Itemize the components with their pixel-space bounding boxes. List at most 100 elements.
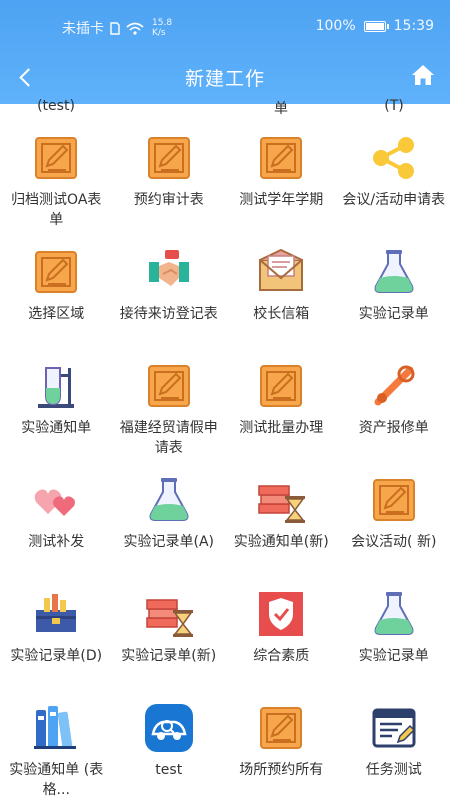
work-item[interactable]: 选择区域 — [0, 238, 113, 352]
battery-percent: 100% — [315, 18, 356, 34]
edit-form-icon — [143, 132, 195, 184]
edit-form-icon — [368, 474, 420, 526]
partial-label-4: (T) — [384, 98, 404, 114]
work-item[interactable]: 归档测试OA表单 — [0, 124, 113, 238]
work-item-label: 测试补发 — [28, 534, 85, 550]
work-item[interactable]: 实验通知单 — [0, 352, 113, 466]
work-item[interactable]: 实验记录单 — [338, 580, 450, 694]
work-item[interactable]: 场所预约所有 — [225, 694, 338, 800]
work-item[interactable]: 实验通知单(新) — [225, 466, 338, 580]
work-item-label: 会议/活动申请表 — [342, 192, 446, 208]
grid-row: 实验记录单(D) 实验记录单(新) 综合素质 实验记录单 — [0, 580, 450, 694]
share-icon — [368, 132, 420, 184]
work-item-label: test — [155, 762, 183, 778]
work-item-label: 选择区域 — [28, 306, 85, 322]
work-item-label: 校长信箱 — [253, 306, 310, 322]
grid-row: 归档测试OA表单 预约审计表 测试学年学期 会议/活动申请表 — [0, 124, 450, 238]
app-header: 未插卡 15.8 K/s 100% 15:39 新建工作 — [0, 0, 450, 104]
shield-icon — [255, 588, 307, 640]
work-item[interactable]: 任务测试 — [338, 694, 450, 800]
stand-tube-icon — [30, 360, 82, 412]
battery-icon — [363, 20, 389, 32]
work-item[interactable]: 实验记录单 — [338, 238, 450, 352]
work-item-label: 实验通知单 (表格... — [9, 762, 104, 798]
envelope-icon — [255, 246, 307, 298]
wifi-icon — [126, 22, 144, 35]
partial-label-3: 单 — [274, 101, 288, 117]
grid-row: 实验通知单 (表格... test 场所预约所有 任务测试 — [0, 694, 450, 800]
books-hourglass-icon — [143, 588, 195, 640]
work-item[interactable]: 会议/活动申请表 — [338, 124, 450, 238]
edit-form-icon — [255, 360, 307, 412]
battery-fill — [365, 22, 384, 30]
work-item-label: 实验记录单(D) — [10, 648, 103, 664]
work-grid: 归档测试OA表单 预约审计表 测试学年学期 会议/活动申请表选择区域 接待来访登记表 校长… — [0, 124, 450, 800]
work-item-label: 场所预约所有 — [239, 762, 324, 778]
clock: 15:39 — [393, 18, 434, 34]
partial-label-1: (test) — [37, 98, 75, 114]
work-item[interactable]: 实验记录单(新) — [113, 580, 226, 694]
hearts-icon — [30, 474, 82, 526]
work-item[interactable]: 预约审计表 — [113, 124, 226, 238]
work-item[interactable]: 会议活动( 新) — [338, 466, 450, 580]
work-item[interactable]: 综合素质 — [225, 580, 338, 694]
toolbox-icon — [30, 588, 82, 640]
grid-row: 实验通知单 福建经贸请假申请表 测试批量办理 资产报修单 — [0, 352, 450, 466]
work-item-label: 预约审计表 — [133, 192, 204, 208]
work-item-label: 综合素质 — [253, 648, 310, 664]
nav-bar: 新建工作 — [0, 54, 450, 100]
carrier-text: 未插卡 — [62, 21, 104, 37]
work-item[interactable]: 资产报修单 — [338, 352, 450, 466]
task-edit-icon — [368, 702, 420, 754]
work-item-label: 资产报修单 — [358, 420, 429, 436]
edit-form-icon — [255, 132, 307, 184]
edit-form-icon — [30, 246, 82, 298]
status-right: 100% 15:39 — [316, 18, 434, 34]
work-item[interactable]: test — [113, 694, 226, 800]
edit-form-icon — [30, 132, 82, 184]
partial-row: (test) 单 (T) — [0, 98, 450, 122]
binders-icon — [30, 702, 82, 754]
work-item-label: 实验记录单(新) — [121, 648, 217, 664]
work-item[interactable]: 测试批量办理 — [225, 352, 338, 466]
network-speed: 15.8 K/s — [152, 18, 172, 38]
work-item[interactable]: 实验记录单(A) — [113, 466, 226, 580]
handshake-icon — [143, 246, 195, 298]
work-item[interactable]: 福建经贸请假申请表 — [113, 352, 226, 466]
work-item-label: 测试学年学期 — [239, 192, 324, 208]
edit-form-icon — [143, 360, 195, 412]
work-item-label: 测试批量办理 — [239, 420, 324, 436]
work-item-label: 福建经贸请假申请表 — [119, 420, 218, 456]
flask-icon — [368, 588, 420, 640]
home-icon — [412, 65, 434, 85]
work-item[interactable]: 测试补发 — [0, 466, 113, 580]
grid-row: 选择区域 接待来访登记表 校长信箱 实验记录单 — [0, 238, 450, 352]
tools-icon — [368, 360, 420, 412]
speed-unit: K/s — [152, 28, 166, 38]
status-bar: 未插卡 15.8 K/s 100% 15:39 — [0, 0, 450, 54]
work-item[interactable]: 接待来访登记表 — [113, 238, 226, 352]
work-item[interactable]: 校长信箱 — [225, 238, 338, 352]
work-item-label: 实验通知单 — [21, 420, 92, 436]
work-item[interactable]: 实验通知单 (表格... — [0, 694, 113, 800]
work-item-label: 实验记录单(A) — [123, 534, 214, 550]
work-item-label: 归档测试OA表单 — [11, 192, 102, 228]
flask-icon — [143, 474, 195, 526]
speed-value: 15.8 — [152, 18, 173, 28]
work-item-label: 会议活动( 新) — [351, 534, 437, 550]
page-title: 新建工作 — [184, 68, 265, 90]
edit-form-icon — [255, 702, 307, 754]
books-hourglass-icon — [255, 474, 307, 526]
work-item-label: 实验通知单(新) — [233, 534, 329, 550]
work-item[interactable]: 实验记录单(D) — [0, 580, 113, 694]
work-item[interactable]: 测试学年学期 — [225, 124, 338, 238]
work-item-label: 实验记录单 — [358, 648, 429, 664]
status-left: 未插卡 15.8 K/s — [62, 18, 172, 38]
work-item-label: 接待来访登记表 — [119, 306, 218, 322]
work-item-label: 任务测试 — [365, 762, 422, 778]
flask-icon — [368, 246, 420, 298]
car-search-icon — [143, 702, 195, 754]
home-button[interactable] — [410, 63, 438, 89]
work-item-label: 实验记录单 — [358, 306, 429, 322]
grid-row: 测试补发 实验记录单(A) 实验通知单(新) 会议活动( 新) — [0, 466, 450, 580]
